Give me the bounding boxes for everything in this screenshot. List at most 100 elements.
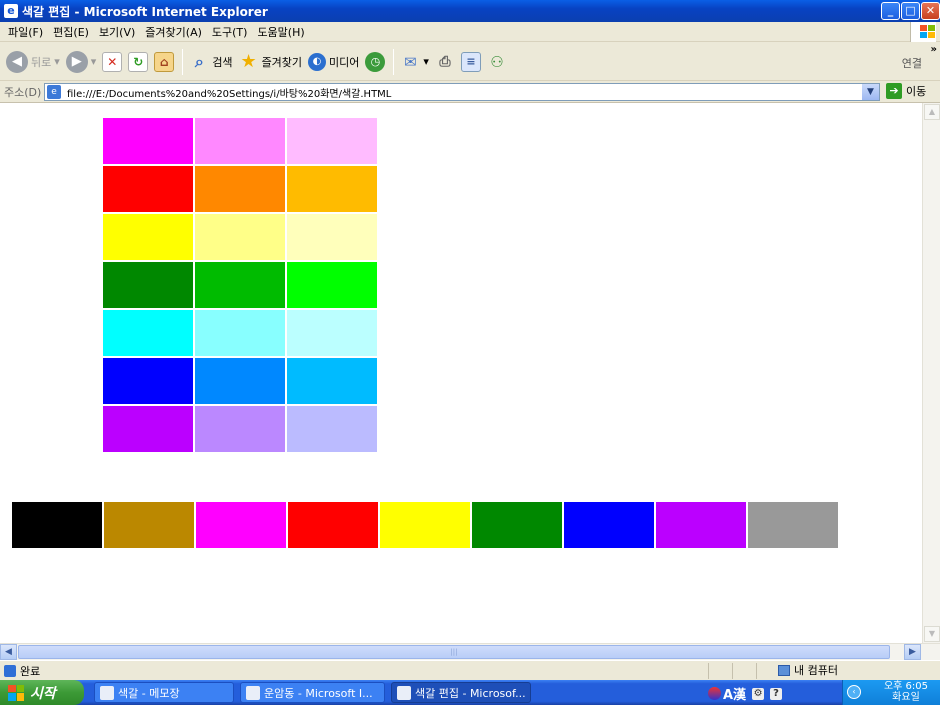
- print-button[interactable]: ⎙: [435, 47, 455, 77]
- color-swatch: [195, 406, 285, 452]
- favorites-button[interactable]: ★ 즐겨찾기: [239, 47, 302, 77]
- star-icon: ★: [240, 51, 257, 72]
- toolbar-separator: [393, 48, 395, 75]
- taskbar: 시작 색갈 - 메모장 운암동 - Microsoft I... 색갈 편집 -…: [0, 680, 940, 705]
- task-notepad[interactable]: 색갈 - 메모장: [94, 682, 234, 703]
- windows-flag-icon: [8, 684, 24, 701]
- mail-dropdown-icon: ▾: [423, 55, 429, 68]
- print-icon: ⎙: [439, 53, 451, 70]
- address-url[interactable]: file:///E:/Documents%20and%20Settings/i/…: [67, 85, 391, 100]
- start-button[interactable]: 시작: [0, 680, 84, 705]
- edit-button[interactable]: ≡: [460, 47, 481, 77]
- search-button[interactable]: ⌕ 검색: [189, 47, 233, 77]
- start-label: 시작: [30, 685, 56, 702]
- task-label: 색갈 - 메모장: [118, 686, 180, 700]
- back-button[interactable]: ◀ 뒤로 ▾: [6, 47, 60, 77]
- stop-button[interactable]: ✕: [102, 47, 123, 77]
- color-swatch: [195, 262, 285, 308]
- page-icon: e: [47, 85, 61, 99]
- media-button[interactable]: ◐ 미디어: [308, 47, 359, 77]
- color-swatch: [656, 502, 746, 548]
- color-swatch: [103, 118, 193, 164]
- color-swatch: [195, 358, 285, 404]
- toolbar-separator: [182, 48, 184, 75]
- menu-help[interactable]: 도움말(H): [257, 24, 304, 40]
- horizontal-scrollbar[interactable]: ◀ ||| ▶: [0, 643, 940, 660]
- ie-window: e 색갈 편집 - Microsoft Internet Explorer _ …: [0, 0, 940, 705]
- menu-file[interactable]: 파일(F): [8, 24, 43, 40]
- color-swatch: [195, 166, 285, 212]
- ime-settings-icon: ⚙: [752, 687, 765, 700]
- help-icon: ?: [770, 687, 783, 700]
- color-swatch: [287, 310, 377, 356]
- title-bar[interactable]: e 색갈 편집 - Microsoft Internet Explorer _ …: [0, 0, 940, 22]
- color-swatch: [103, 310, 193, 356]
- messenger-button[interactable]: ⚇: [487, 47, 507, 77]
- task-ie-1[interactable]: 운암동 - Microsoft I...: [240, 682, 385, 703]
- menu-edit[interactable]: 편집(E): [53, 24, 89, 40]
- clock[interactable]: 오후 6:05 화요일: [884, 681, 928, 703]
- status-page-icon: [4, 664, 16, 677]
- address-label: 주소(D): [4, 85, 42, 99]
- home-icon: ⌂: [154, 51, 175, 72]
- scroll-left-icon[interactable]: ◀: [0, 644, 17, 660]
- task-ie-active[interactable]: 색갈 편집 - Microsof...: [391, 682, 531, 703]
- color-swatch: [287, 166, 377, 212]
- forward-dropdown-icon: ▾: [90, 55, 97, 68]
- color-swatch: [287, 214, 377, 260]
- task-label: 운암동 - Microsoft I...: [264, 686, 373, 700]
- tray-expand-icon[interactable]: ‹: [847, 685, 861, 699]
- scroll-up-icon[interactable]: ▲: [924, 104, 940, 120]
- windows-logo-icon: [910, 22, 936, 42]
- forward-button[interactable]: ▶ ▾: [65, 47, 97, 77]
- back-arrow-icon: ◀: [6, 50, 28, 73]
- page-content: [0, 103, 922, 643]
- go-arrow-icon: ➔: [886, 83, 902, 99]
- menu-view[interactable]: 보기(V): [99, 24, 135, 40]
- menu-favorites[interactable]: 즐겨찾기(A): [145, 24, 202, 40]
- menu-tools[interactable]: 도구(T): [212, 24, 248, 40]
- color-swatch: [103, 262, 193, 308]
- status-text: 완료: [20, 664, 41, 678]
- color-swatch: [748, 502, 838, 548]
- ie-logo-icon: e: [4, 4, 18, 18]
- address-input[interactable]: e file:///E:/Documents%20and%20Settings/…: [44, 83, 880, 101]
- computer-icon: [778, 664, 790, 676]
- history-button[interactable]: ◷: [365, 47, 386, 77]
- messenger-icon: ⚇: [490, 52, 504, 71]
- color-swatch: [287, 406, 377, 452]
- links-label[interactable]: 연결: [902, 55, 922, 71]
- status-panel: [732, 663, 733, 679]
- scroll-thumb[interactable]: |||: [18, 645, 890, 659]
- ie-icon: [246, 685, 260, 700]
- mail-icon: ✉: [404, 52, 417, 71]
- refresh-button[interactable]: ↻: [128, 47, 149, 77]
- color-swatch: [103, 214, 193, 260]
- close-button[interactable]: ✕: [921, 2, 940, 20]
- go-label: 이동: [906, 85, 927, 98]
- color-swatch: [104, 502, 194, 548]
- mail-button[interactable]: ✉ ▾: [400, 47, 429, 77]
- scroll-right-icon[interactable]: ▶: [904, 644, 921, 660]
- maximize-button[interactable]: □: [901, 2, 920, 20]
- window-title: 색갈 편집 - Microsoft Internet Explorer: [22, 4, 268, 19]
- refresh-icon: ↻: [128, 51, 149, 72]
- system-tray: ‹ 오후 6:05 화요일: [842, 680, 940, 705]
- address-dropdown-icon[interactable]: ▼: [862, 84, 879, 100]
- menu-bar: 파일(F) 편집(E) 보기(V) 즐겨찾기(A) 도구(T) 도움말(H): [0, 22, 940, 42]
- vertical-scrollbar[interactable]: ▲ ▼: [922, 103, 940, 643]
- edit-page-icon: ≡: [460, 51, 481, 72]
- status-panel: [708, 663, 709, 679]
- toolbar-overflow-icon[interactable]: »: [931, 44, 937, 55]
- go-button[interactable]: ➔ 이동: [886, 83, 926, 99]
- media-label: 미디어: [329, 55, 360, 69]
- language-icon: [708, 687, 721, 700]
- ie-icon: [397, 685, 411, 700]
- notepad-icon: [100, 685, 114, 700]
- minimize-button[interactable]: _: [881, 2, 900, 20]
- ime-indicator[interactable]: A漢 ⚙ ?: [708, 684, 783, 703]
- scroll-down-icon[interactable]: ▼: [924, 626, 940, 642]
- color-swatch: [195, 310, 285, 356]
- home-button[interactable]: ⌂: [154, 47, 175, 77]
- color-swatch: [288, 502, 378, 548]
